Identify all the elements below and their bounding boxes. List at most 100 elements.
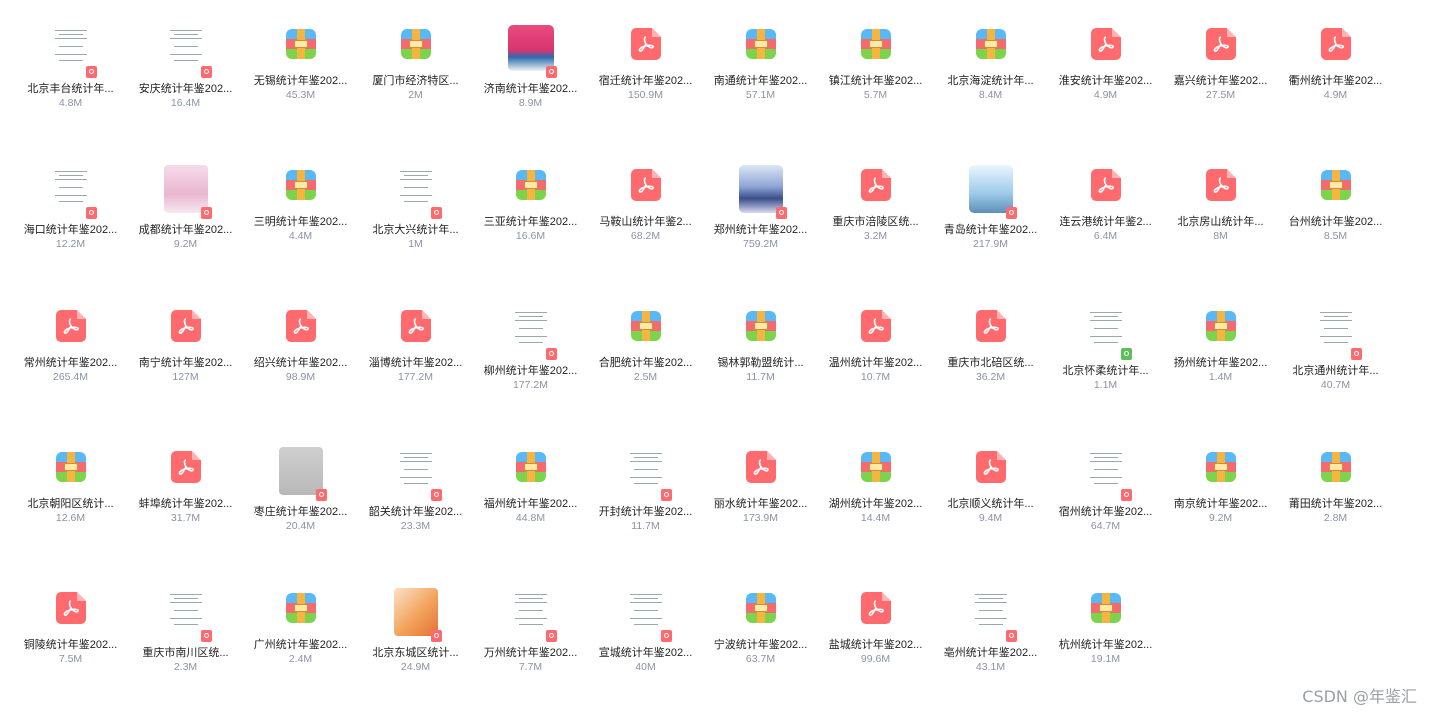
- file-item[interactable]: 北京大兴统计年... 1M: [358, 155, 473, 296]
- file-item[interactable]: 亳州统计年鉴202... 43.1M: [933, 578, 1048, 719]
- file-thumbnail[interactable]: [846, 437, 906, 497]
- file-thumbnail[interactable]: [1306, 155, 1366, 215]
- file-thumbnail[interactable]: [1076, 578, 1136, 638]
- file-thumbnail[interactable]: [1076, 14, 1136, 74]
- file-thumbnail[interactable]: [501, 14, 561, 82]
- file-item[interactable]: 安庆统计年鉴202... 16.4M: [128, 14, 243, 155]
- file-thumbnail[interactable]: [616, 155, 676, 215]
- file-item[interactable]: 淄博统计年鉴202... 177.2M: [358, 296, 473, 437]
- file-item[interactable]: 绍兴统计年鉴202... 98.9M: [243, 296, 358, 437]
- file-item[interactable]: 温州统计年鉴202... 10.7M: [818, 296, 933, 437]
- file-thumbnail[interactable]: [156, 437, 216, 497]
- file-item[interactable]: 北京海淀统计年... 8.4M: [933, 14, 1048, 155]
- file-item[interactable]: 重庆市北碚区统... 36.2M: [933, 296, 1048, 437]
- file-thumbnail[interactable]: [156, 578, 216, 646]
- file-item[interactable]: 台州统计年鉴202... 8.5M: [1278, 155, 1393, 296]
- file-thumbnail[interactable]: [731, 14, 791, 74]
- file-thumbnail[interactable]: [1076, 437, 1136, 505]
- file-thumbnail[interactable]: [1306, 14, 1366, 74]
- file-thumbnail[interactable]: [846, 14, 906, 74]
- file-item[interactable]: 北京房山统计年... 8M: [1163, 155, 1278, 296]
- file-thumbnail[interactable]: [501, 296, 561, 364]
- file-item[interactable]: 北京东城区统计... 24.9M: [358, 578, 473, 719]
- file-item[interactable]: 北京通州统计年... 40.7M: [1278, 296, 1393, 437]
- file-thumbnail[interactable]: [846, 578, 906, 638]
- file-item[interactable]: 枣庄统计年鉴202... 20.4M: [243, 437, 358, 578]
- file-thumbnail[interactable]: [1191, 14, 1251, 74]
- file-item[interactable]: 北京朝阳区统计... 12.6M: [13, 437, 128, 578]
- file-item[interactable]: 盐城统计年鉴202... 99.6M: [818, 578, 933, 719]
- file-thumbnail[interactable]: [386, 578, 446, 646]
- file-thumbnail[interactable]: [846, 296, 906, 356]
- file-thumbnail[interactable]: [501, 437, 561, 497]
- file-item[interactable]: 扬州统计年鉴202... 1.4M: [1163, 296, 1278, 437]
- file-thumbnail[interactable]: [616, 578, 676, 646]
- file-item[interactable]: 铜陵统计年鉴202... 7.5M: [13, 578, 128, 719]
- file-thumbnail[interactable]: [41, 578, 101, 638]
- file-item[interactable]: 青岛统计年鉴202... 217.9M: [933, 155, 1048, 296]
- file-thumbnail[interactable]: [1076, 296, 1136, 364]
- file-item[interactable]: 杭州统计年鉴202... 19.1M: [1048, 578, 1163, 719]
- file-item[interactable]: 成都统计年鉴202... 9.2M: [128, 155, 243, 296]
- file-thumbnail[interactable]: [731, 437, 791, 497]
- file-thumbnail[interactable]: [846, 155, 906, 215]
- file-item[interactable]: 北京丰台统计年... 4.8M: [13, 14, 128, 155]
- file-item[interactable]: 嘉兴统计年鉴202... 27.5M: [1163, 14, 1278, 155]
- file-thumbnail[interactable]: [271, 437, 331, 505]
- file-item[interactable]: 万州统计年鉴202... 7.7M: [473, 578, 588, 719]
- file-thumbnail[interactable]: [41, 155, 101, 223]
- file-thumbnail[interactable]: [616, 296, 676, 356]
- file-thumbnail[interactable]: [1191, 155, 1251, 215]
- file-item[interactable]: 常州统计年鉴202... 265.4M: [13, 296, 128, 437]
- file-item[interactable]: 湖州统计年鉴202... 14.4M: [818, 437, 933, 578]
- file-item[interactable]: 福州统计年鉴202... 44.8M: [473, 437, 588, 578]
- file-thumbnail[interactable]: [156, 296, 216, 356]
- file-item[interactable]: 开封统计年鉴202... 11.7M: [588, 437, 703, 578]
- file-item[interactable]: 宿州统计年鉴202... 64.7M: [1048, 437, 1163, 578]
- file-thumbnail[interactable]: [1306, 437, 1366, 497]
- file-item[interactable]: 重庆市南川区统... 2.3M: [128, 578, 243, 719]
- file-item[interactable]: 宣城统计年鉴202... 40M: [588, 578, 703, 719]
- file-item[interactable]: 柳州统计年鉴202... 177.2M: [473, 296, 588, 437]
- file-thumbnail[interactable]: [156, 14, 216, 82]
- file-item[interactable]: 三明统计年鉴202... 4.4M: [243, 155, 358, 296]
- file-item[interactable]: 淮安统计年鉴202... 4.9M: [1048, 14, 1163, 155]
- file-thumbnail[interactable]: [731, 155, 791, 223]
- file-thumbnail[interactable]: [156, 155, 216, 223]
- file-item[interactable]: 宁波统计年鉴202... 63.7M: [703, 578, 818, 719]
- file-thumbnail[interactable]: [386, 437, 446, 505]
- file-thumbnail[interactable]: [41, 437, 101, 497]
- file-thumbnail[interactable]: [961, 578, 1021, 646]
- file-item[interactable]: 无锡统计年鉴202... 45.3M: [243, 14, 358, 155]
- file-thumbnail[interactable]: [1306, 296, 1366, 364]
- file-thumbnail[interactable]: [961, 14, 1021, 74]
- file-item[interactable]: 海口统计年鉴202... 12.2M: [13, 155, 128, 296]
- file-thumbnail[interactable]: [271, 296, 331, 356]
- file-item[interactable]: 南宁统计年鉴202... 127M: [128, 296, 243, 437]
- file-thumbnail[interactable]: [386, 296, 446, 356]
- file-item[interactable]: 丽水统计年鉴202... 173.9M: [703, 437, 818, 578]
- file-thumbnail[interactable]: [1191, 437, 1251, 497]
- file-thumbnail[interactable]: [616, 437, 676, 505]
- file-thumbnail[interactable]: [1191, 296, 1251, 356]
- file-item[interactable]: 重庆市涪陵区统... 3.2M: [818, 155, 933, 296]
- file-item[interactable]: 韶关统计年鉴202... 23.3M: [358, 437, 473, 578]
- file-item[interactable]: 广州统计年鉴202... 2.4M: [243, 578, 358, 719]
- file-thumbnail[interactable]: [961, 296, 1021, 356]
- file-item[interactable]: 南通统计年鉴202... 57.1M: [703, 14, 818, 155]
- file-item[interactable]: 连云港统计年鉴2... 6.4M: [1048, 155, 1163, 296]
- file-item[interactable]: 镇江统计年鉴202... 5.7M: [818, 14, 933, 155]
- file-item[interactable]: 郑州统计年鉴202... 759.2M: [703, 155, 818, 296]
- file-item[interactable]: 锡林郭勒盟统计... 11.7M: [703, 296, 818, 437]
- file-thumbnail[interactable]: [616, 14, 676, 74]
- file-item[interactable]: 厦门市经济特区... 2M: [358, 14, 473, 155]
- file-thumbnail[interactable]: [41, 14, 101, 82]
- file-thumbnail[interactable]: [501, 578, 561, 646]
- file-thumbnail[interactable]: [961, 155, 1021, 223]
- file-thumbnail[interactable]: [731, 296, 791, 356]
- file-item[interactable]: 济南统计年鉴202... 8.9M: [473, 14, 588, 155]
- file-thumbnail[interactable]: [386, 14, 446, 74]
- file-item[interactable]: 北京怀柔统计年... 1.1M: [1048, 296, 1163, 437]
- file-thumbnail[interactable]: [271, 14, 331, 74]
- file-item[interactable]: 北京顺义统计年... 9.4M: [933, 437, 1048, 578]
